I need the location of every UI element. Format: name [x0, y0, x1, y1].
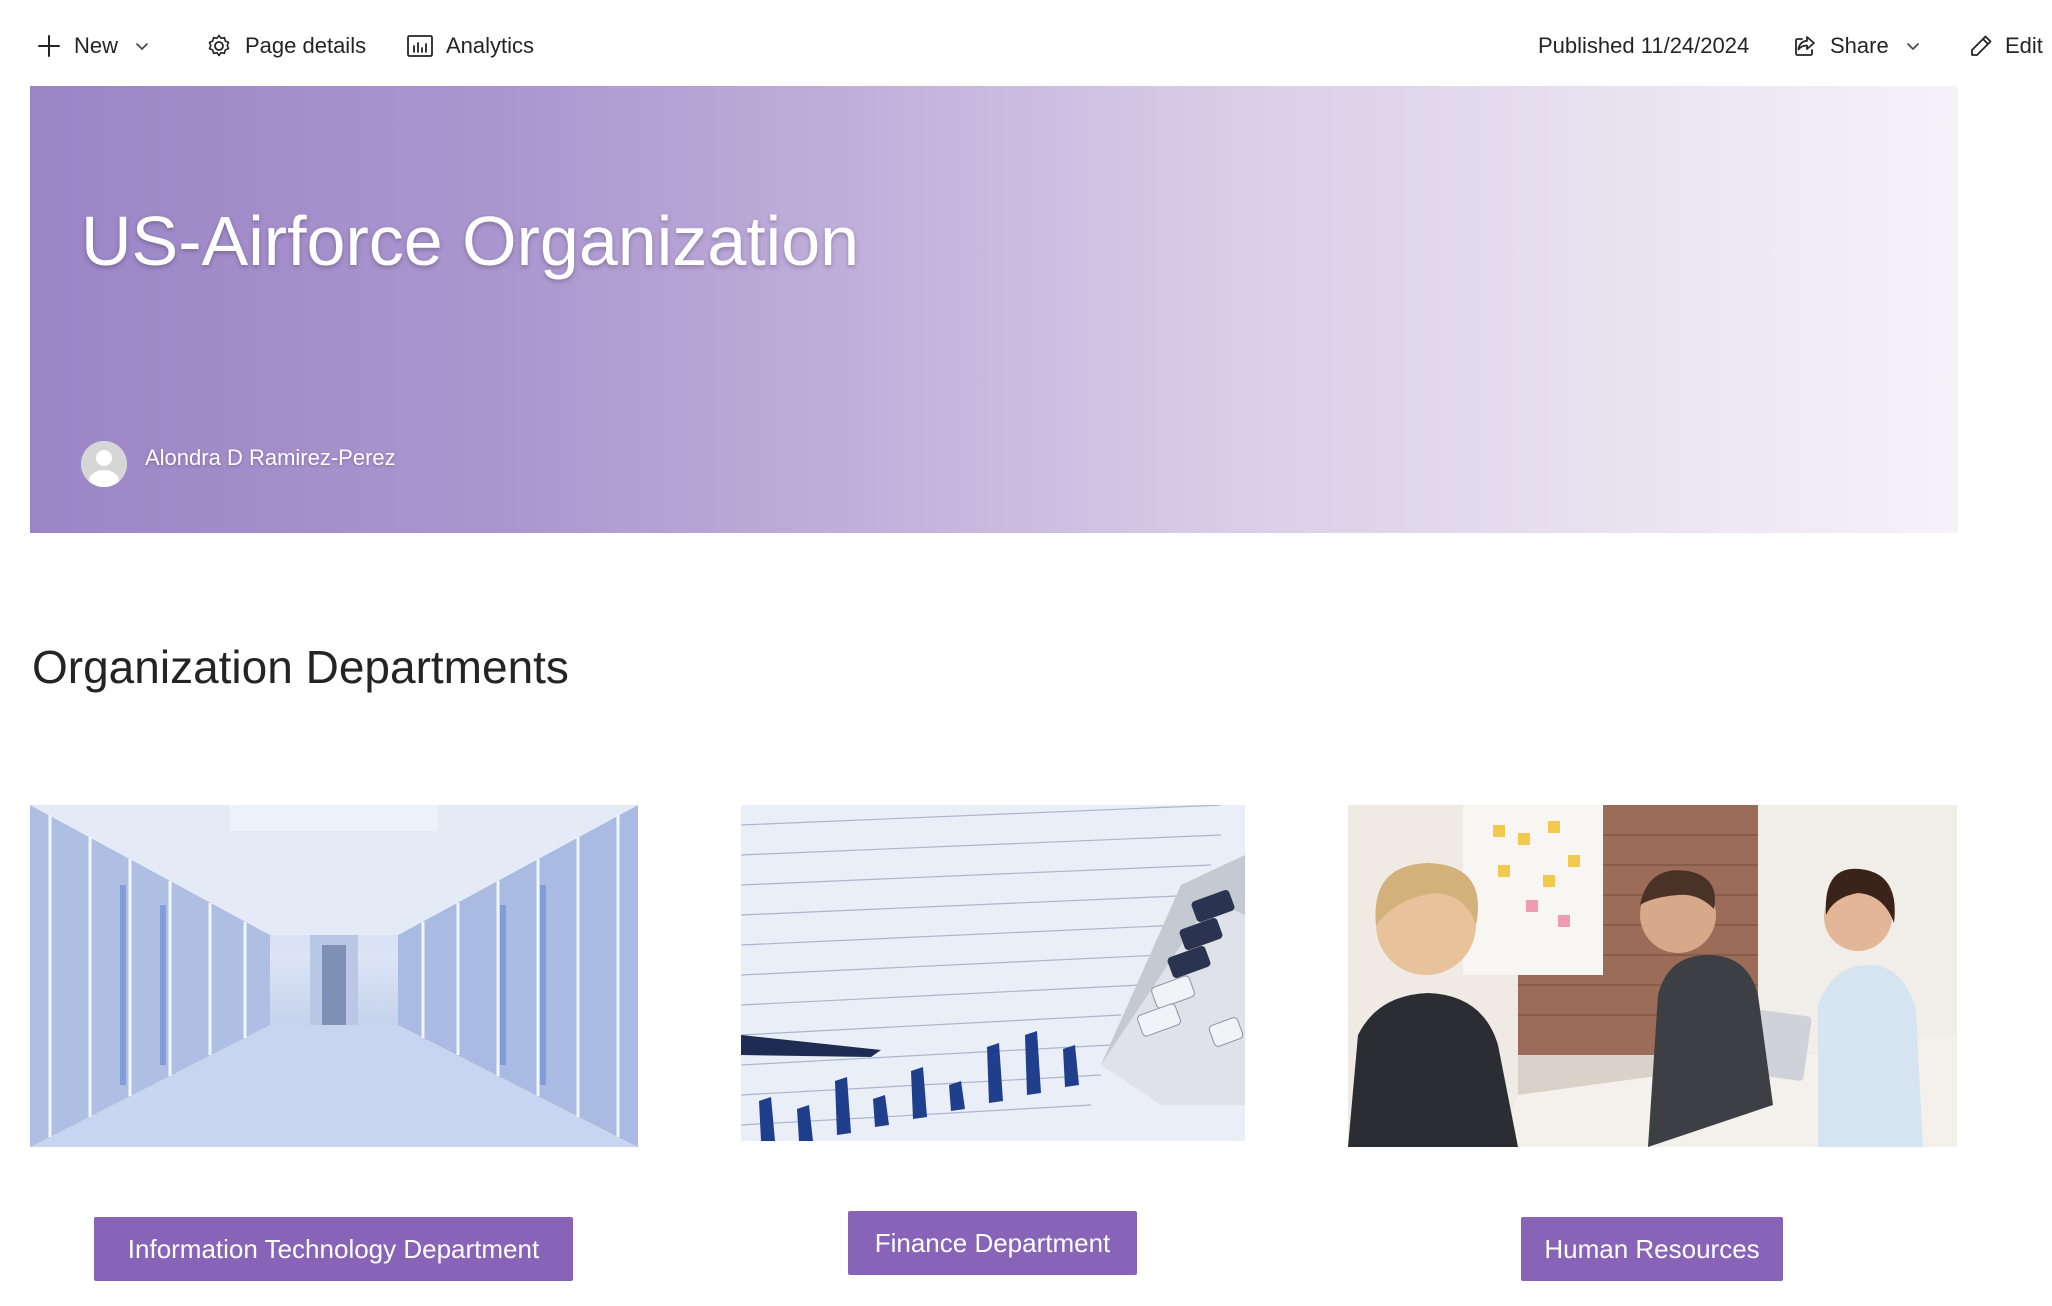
- page-details-label: Page details: [245, 33, 367, 58]
- it-department-button[interactable]: Information Technology Department: [94, 1217, 573, 1281]
- pencil-icon: [1971, 35, 1992, 56]
- avatar: [81, 441, 127, 487]
- analytics-button[interactable]: Analytics: [406, 24, 534, 68]
- plus-icon: [38, 35, 60, 57]
- edit-button[interactable]: Edit: [1967, 24, 2043, 68]
- share-icon: [1795, 36, 1815, 56]
- author-name: Alondra D Ramirez-Perez: [145, 445, 396, 470]
- server-room-image: [30, 805, 638, 1147]
- chevron-down-icon: [136, 43, 148, 50]
- page-title: US-Airforce Organization: [81, 202, 860, 280]
- finance-department-button[interactable]: Finance Department: [848, 1211, 1137, 1275]
- gear-icon: [208, 34, 230, 57]
- human-resources-button[interactable]: Human Resources: [1521, 1217, 1783, 1281]
- hr-meeting-image: [1348, 805, 1957, 1147]
- section-heading: Organization Departments: [32, 641, 569, 693]
- share-label: Share: [1830, 33, 1889, 58]
- page-details-button[interactable]: Page details: [205, 24, 366, 68]
- title-banner: US-Airforce Organization Alondra D Ramir…: [30, 86, 1958, 533]
- edit-label: Edit: [2005, 33, 2043, 58]
- analytics-label: Analytics: [446, 33, 535, 58]
- finance-spreadsheet-image: [741, 805, 1245, 1141]
- new-button[interactable]: New: [36, 24, 150, 68]
- chevron-down-icon: [1906, 43, 1919, 50]
- analytics-chart-icon: [407, 35, 433, 57]
- published-date-text: Published 11/24/2024: [1538, 33, 1750, 58]
- share-button[interactable]: Share: [1792, 24, 1921, 68]
- published-status: Published 11/24/2024: [1538, 24, 1749, 68]
- command-bar: New Page details Analytics Published 11/…: [0, 0, 2052, 86]
- new-label: New: [74, 33, 119, 58]
- person-icon: [81, 441, 127, 487]
- author-byline[interactable]: Alondra D Ramirez-Perez: [81, 441, 396, 487]
